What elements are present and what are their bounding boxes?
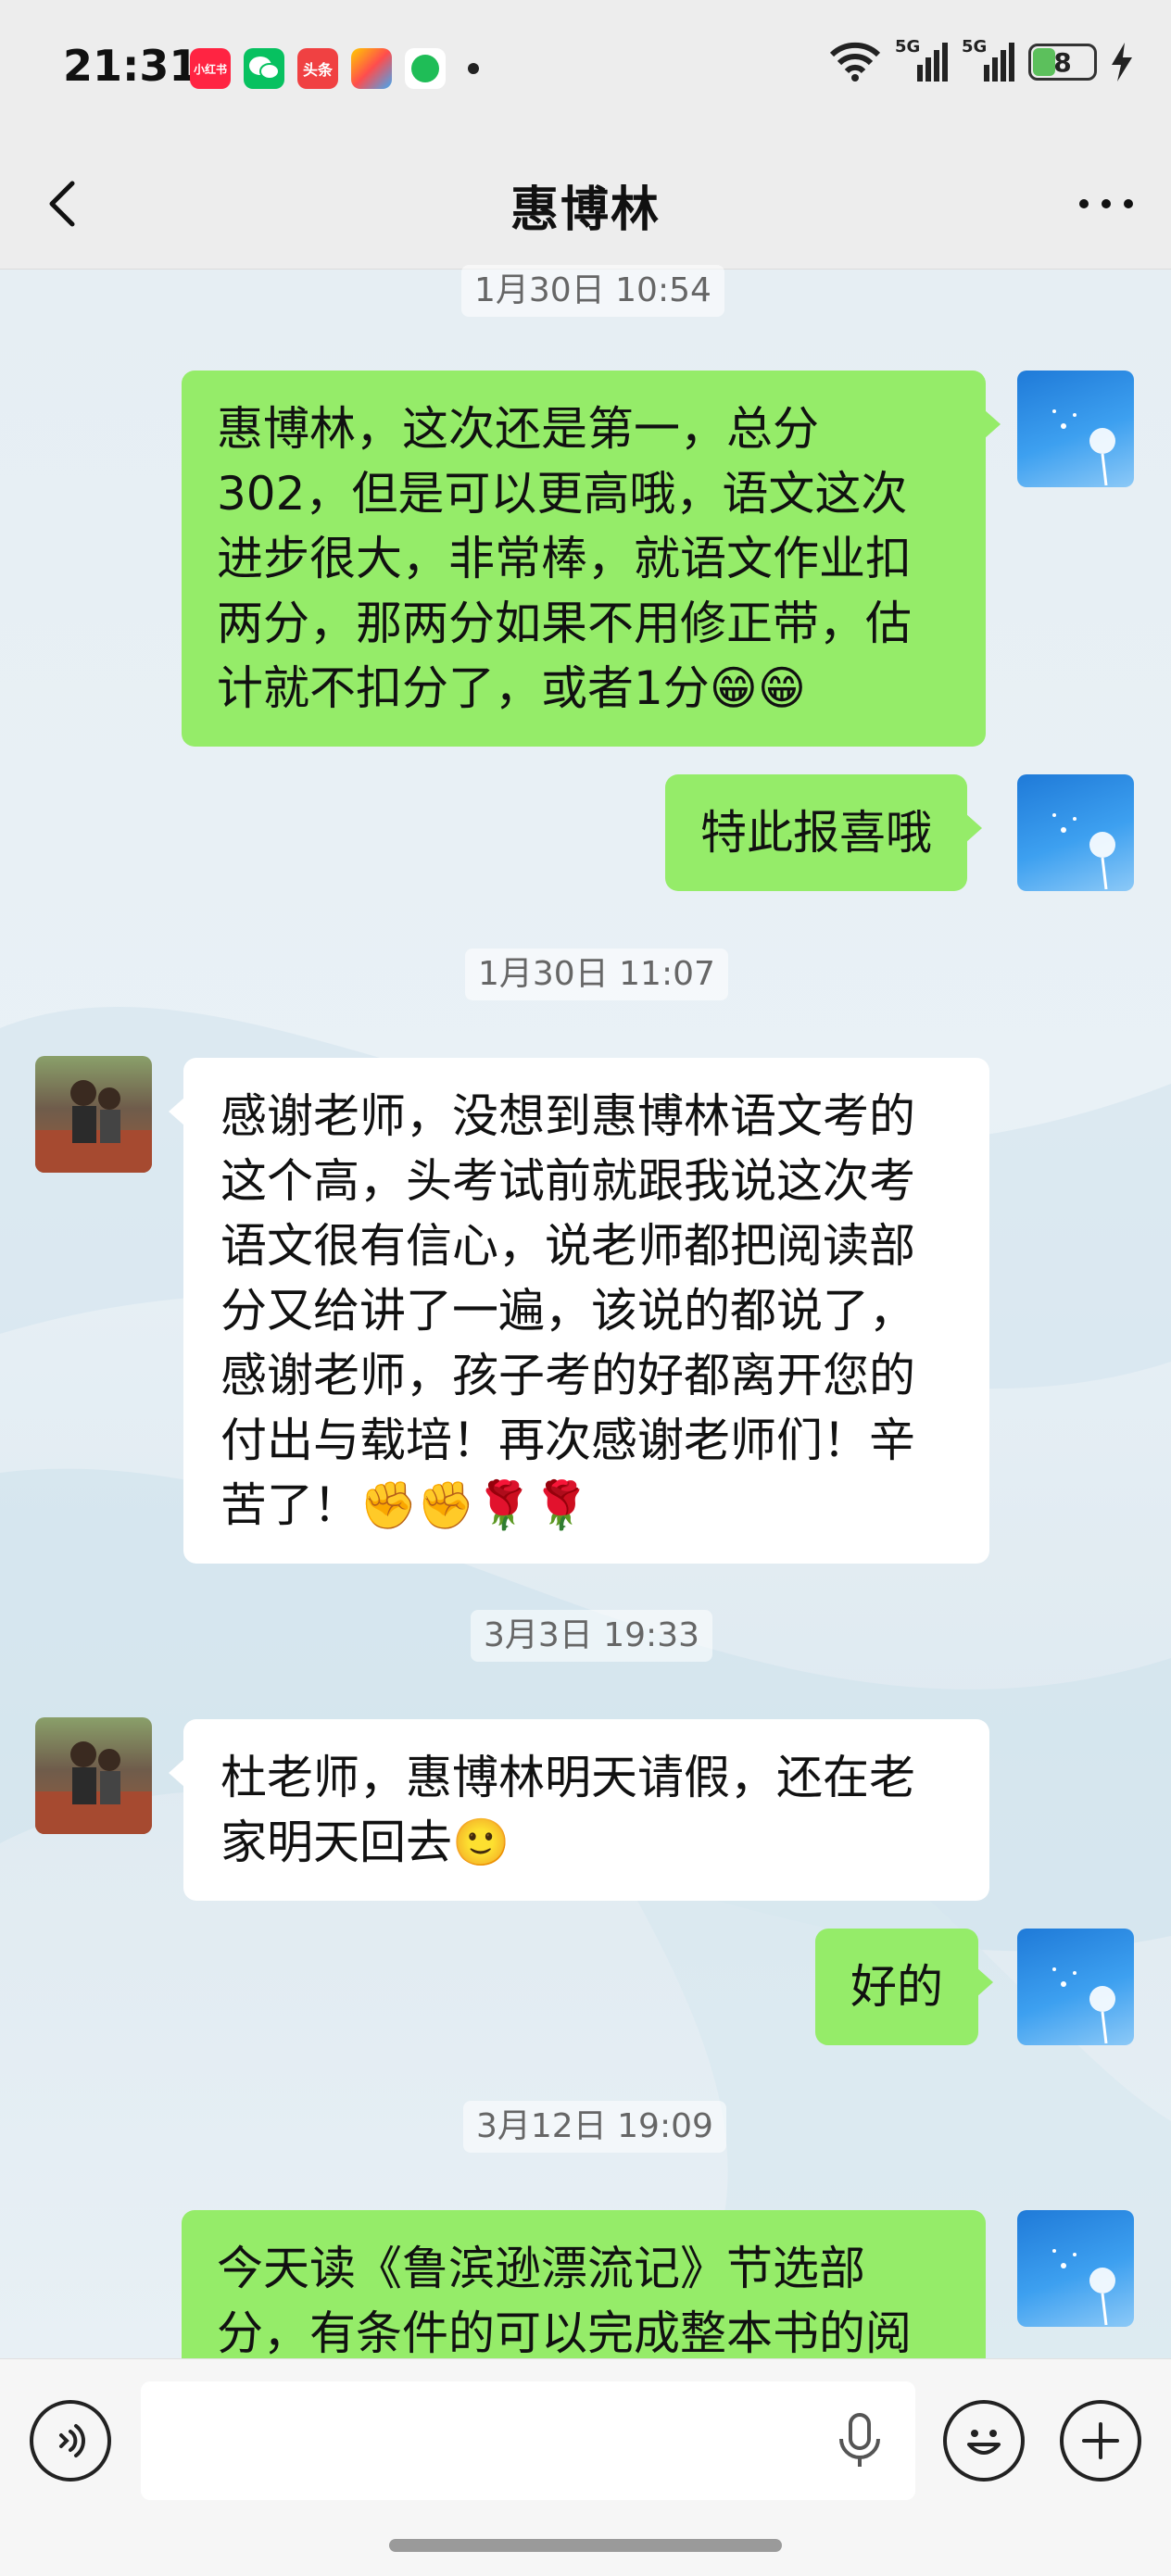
more-functions-button[interactable] [1060, 2400, 1141, 2482]
system-icons: 5G 5G 8 [828, 37, 1134, 83]
chat-app-icon [405, 48, 446, 89]
input-bar [0, 2358, 1171, 2576]
message-input[interactable] [141, 2381, 915, 2500]
more-options-icon[interactable] [1069, 185, 1143, 222]
my-avatar[interactable] [1017, 2210, 1134, 2327]
voice-icon [59, 2424, 85, 2457]
signal-5g-icon-2: 5G [962, 37, 1015, 83]
microphone-icon[interactable] [834, 2411, 886, 2470]
my-avatar[interactable] [1017, 371, 1134, 487]
signal-5g-icon-1: 5G [895, 37, 949, 83]
notification-icons: 小红书 头条 [190, 48, 479, 89]
status-bar: 21:31 小红书 头条 5G 5G 8 [0, 0, 1171, 139]
voice-input-button[interactable] [30, 2400, 111, 2482]
status-time: 21:31 [63, 41, 199, 91]
chat-title: 惠博林 [510, 182, 661, 238]
emoji-button[interactable] [943, 2400, 1025, 2482]
contact-avatar[interactable] [35, 1056, 152, 1173]
wifi-icon [829, 42, 881, 82]
message-timestamp: 1月30日 10:54 [461, 265, 724, 317]
charging-icon [1112, 43, 1132, 82]
message-bubble-sent[interactable]: 今天读《鲁滨逊漂流记》节选部分，有条件的可以完成整本书的阅 [182, 2210, 986, 2358]
message-bubble-received[interactable]: 感谢老师，没想到惠博林语文考的这个高，头考试前就跟我说这次考语文很有信心，说老师… [169, 1058, 989, 1564]
message-bubble-sent[interactable]: 惠博林，这次还是第一，总分302，但是可以更高哦，语文这次进步很大，非常棒，就语… [182, 371, 1001, 747]
message-timestamp: 3月12日 19:09 [463, 2101, 726, 2153]
message-bubble-sent[interactable]: 特此报喜哦 [665, 774, 982, 891]
battery-icon: 8 [1028, 44, 1097, 81]
plus-icon [1082, 2422, 1119, 2459]
smiley-icon [967, 2430, 1001, 2455]
xiaohongshu-icon: 小红书 [190, 48, 231, 89]
message-bubble-sent[interactable]: 好的 [815, 1929, 993, 2045]
message-timestamp: 1月30日 11:07 [465, 949, 728, 1000]
my-avatar[interactable] [1017, 1929, 1134, 2045]
chat-header: 惠博林 [0, 139, 1171, 270]
message-bubble-received[interactable]: 杜老师，惠博林明天请假，还在老家明天回去🙂 [169, 1719, 989, 1901]
game-app-icon [351, 48, 392, 89]
toutiao-icon: 头条 [297, 48, 338, 89]
contact-avatar[interactable] [35, 1717, 152, 1834]
wechat-icon [244, 48, 284, 89]
message-timestamp: 3月3日 19:33 [471, 1610, 712, 1662]
my-avatar[interactable] [1017, 774, 1134, 891]
more-notifications-dot [468, 63, 479, 74]
home-indicator[interactable] [389, 2539, 782, 2552]
